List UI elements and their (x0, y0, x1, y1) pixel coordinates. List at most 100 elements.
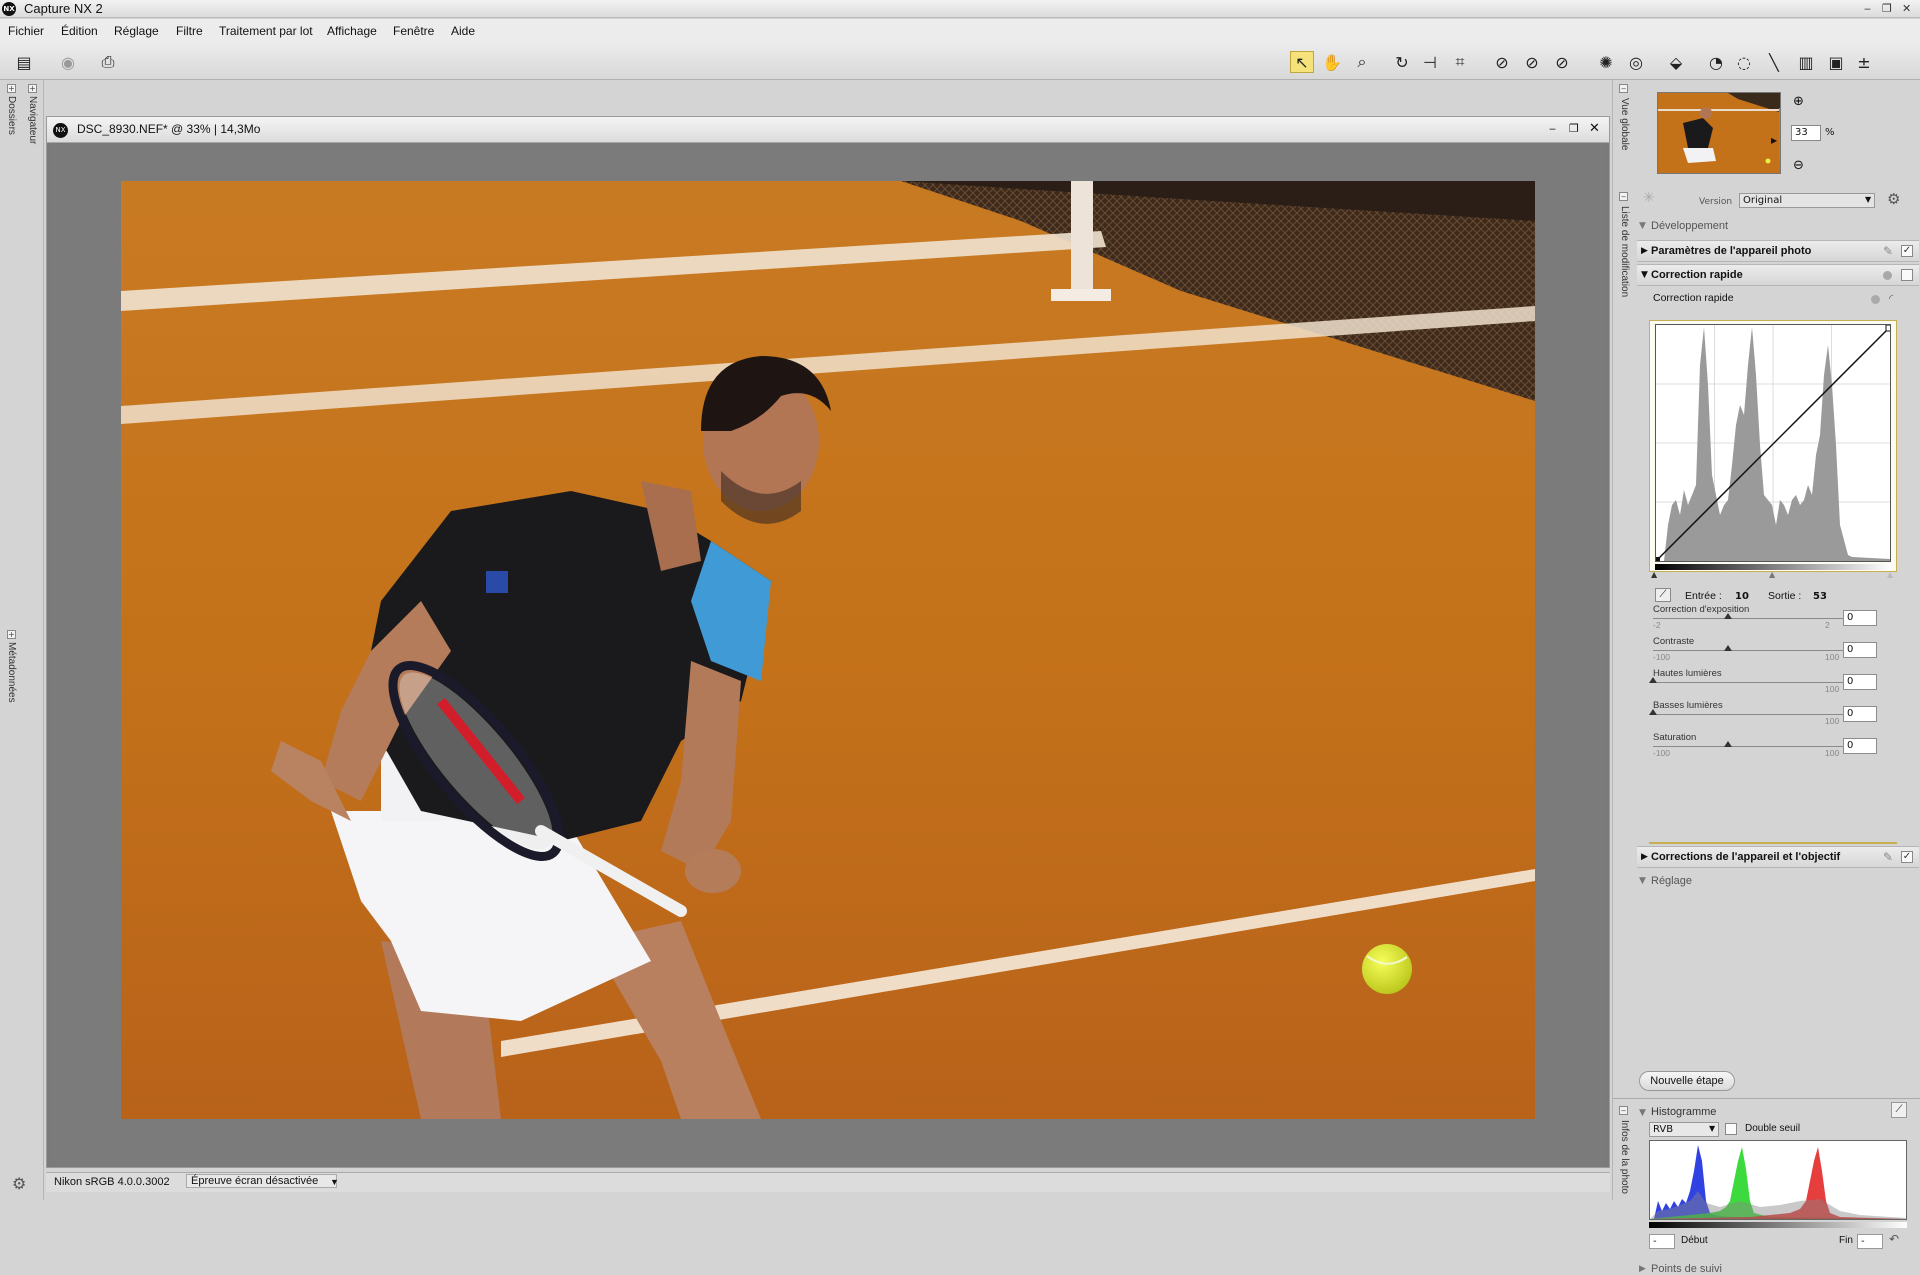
menu-traitement-par-lot[interactable]: Traitement par lot (219, 24, 313, 38)
slider-value-input[interactable]: 0 (1843, 706, 1877, 722)
rotate-tool-icon[interactable]: ↻ (1390, 51, 1414, 73)
start-input[interactable]: - (1649, 1234, 1675, 1249)
zoom-slider[interactable] (1779, 108, 1780, 162)
tab-liste-de-modification[interactable]: Liste de modification (1619, 206, 1630, 297)
restore-icon[interactable]: ❐ (1882, 2, 1892, 15)
slider-track[interactable] (1653, 682, 1843, 683)
adjust-collapse-icon[interactable]: ▼ (1639, 876, 1646, 886)
slider-value-input[interactable]: 0 (1843, 610, 1877, 626)
color-control-point-icon[interactable]: ◔ (1704, 51, 1728, 73)
slider-track[interactable] (1653, 650, 1843, 651)
quick-fix-checkbox[interactable] (1901, 269, 1913, 281)
slider-thumb[interactable] (1724, 741, 1732, 747)
tab-metadonnees[interactable]: Métadonnées (6, 642, 17, 703)
channel-dropdown-arrow-icon[interactable]: ▼ (1709, 1124, 1715, 1133)
doc-close-icon[interactable]: ✕ (1589, 121, 1600, 136)
expand-navigateur-icon[interactable]: + (28, 84, 37, 93)
menu-fenetre[interactable]: Fenêtre (393, 24, 434, 38)
slider-thumb[interactable] (1649, 677, 1657, 683)
overview-thumbnail[interactable] (1657, 92, 1781, 174)
histogram-picker-icon[interactable]: ⟋ (1891, 1102, 1907, 1118)
double-threshold-checkbox[interactable] (1725, 1123, 1737, 1135)
hand-tool-icon[interactable]: ✋ (1320, 51, 1344, 73)
marquee-tool-icon[interactable]: ± (1852, 51, 1876, 73)
gradient-tool-icon[interactable]: ▥ (1794, 51, 1818, 73)
expand-dossiers-icon[interactable]: + (7, 84, 16, 93)
zoom-input[interactable]: 33 (1791, 125, 1821, 141)
edit-options-gear-icon[interactable]: ⚙ (1887, 190, 1900, 208)
expand-icon[interactable]: ▶ (1641, 852, 1648, 862)
white-control-point-icon[interactable]: ⊘ (1550, 51, 1574, 73)
slider-thumb[interactable] (1724, 645, 1732, 651)
slider-value-input[interactable]: 0 (1843, 738, 1877, 754)
end-input[interactable]: - (1857, 1234, 1883, 1249)
lens-corrections-checkbox[interactable]: ✓ (1901, 851, 1913, 863)
menu-edition[interactable]: Édition (61, 24, 98, 38)
step-quick-fix[interactable]: ▼ Correction rapide (1637, 264, 1919, 286)
menu-aide[interactable]: Aide (451, 24, 475, 38)
curves-graph[interactable] (1654, 324, 1893, 563)
curve-picker-icon[interactable]: ⟋ (1655, 588, 1671, 602)
gear-icon[interactable]: ⚙ (12, 1174, 26, 1193)
zoom-tool-icon[interactable]: ⌕ (1350, 51, 1374, 73)
camera-icon[interactable]: ◉ (56, 51, 80, 73)
eye-icon[interactable]: ◎ (1624, 51, 1648, 73)
straighten-tool-icon[interactable]: ⊣ (1418, 51, 1442, 73)
version-dropdown[interactable]: Original (1739, 193, 1875, 208)
new-step-button[interactable]: Nouvelle étape (1639, 1071, 1735, 1091)
collapse-icon[interactable]: ▼ (1641, 270, 1648, 280)
expand-metadonnees-icon[interactable]: + (7, 630, 16, 639)
zoom-slider-handle-icon[interactable]: ▶ (1771, 136, 1777, 145)
auto-retouch-brush-icon[interactable]: ⬙ (1664, 51, 1688, 73)
tracking-expand-icon[interactable]: ▶ (1639, 1264, 1646, 1274)
crop-tool-icon[interactable]: ⌗ (1448, 51, 1472, 73)
zoom-in-icon[interactable]: ⊕ (1793, 94, 1804, 109)
histogram-collapse-icon[interactable]: ▼ (1639, 1108, 1646, 1118)
step-lens-corrections[interactable]: ▶ Corrections de l'appareil et l'objecti… (1637, 846, 1919, 868)
version-dropdown-arrow-icon[interactable]: ▼ (1865, 195, 1871, 204)
selection-brush-icon[interactable]: ╲ (1762, 51, 1786, 73)
direct-select-tool-icon[interactable]: ↖ (1290, 51, 1314, 73)
tab-navigateur[interactable]: Navigateur (27, 96, 38, 144)
slider-value-input[interactable]: 0 (1843, 674, 1877, 690)
print-icon[interactable]: ⎙ (96, 51, 120, 73)
slider-thumb[interactable] (1724, 613, 1732, 619)
black-control-point-icon[interactable]: ⊘ (1490, 51, 1514, 73)
slider-value-input[interactable]: 0 (1843, 642, 1877, 658)
slider-track[interactable] (1653, 746, 1843, 747)
dropdown-arrow-icon[interactable]: ▼ (330, 1177, 339, 1187)
reset-histogram-icon[interactable]: ↶ (1889, 1232, 1899, 1246)
soft-proof-dropdown[interactable]: Épreuve écran désactivée (186, 1174, 338, 1188)
black-point-handle-icon[interactable]: ▲ (1651, 570, 1657, 579)
camera-settings-checkbox[interactable]: ✓ (1901, 245, 1913, 257)
menu-fichier[interactable]: Fichier (8, 24, 44, 38)
workspace-layout-icon[interactable]: ▤ (12, 51, 36, 73)
menu-filtre[interactable]: Filtre (176, 24, 203, 38)
step-camera-settings[interactable]: ▶ Paramètres de l'appareil photo ✎ ✓ (1637, 240, 1919, 262)
image-canvas[interactable] (51, 144, 1605, 1166)
collapse-photo-info-icon[interactable]: ‒ (1619, 1106, 1628, 1115)
collapse-edit-list-icon[interactable]: ‒ (1619, 192, 1628, 201)
red-eye-tool-icon[interactable]: ✺ (1594, 51, 1618, 73)
zoom-out-icon[interactable]: ⊖ (1793, 158, 1804, 173)
tab-dossiers[interactable]: Dossiers (6, 96, 17, 135)
reset-icon[interactable]: ◜ (1889, 292, 1893, 305)
lasso-tool-icon[interactable]: ◌ (1732, 51, 1756, 73)
menu-reglage[interactable]: Réglage (114, 24, 159, 38)
doc-restore-icon[interactable]: ❐ (1569, 122, 1579, 135)
slider-track[interactable] (1653, 618, 1843, 619)
expand-icon[interactable]: ▶ (1641, 246, 1648, 256)
close-icon[interactable]: ✕ (1902, 2, 1911, 15)
slider-track[interactable] (1653, 714, 1843, 715)
menu-affichage[interactable]: Affichage (327, 24, 377, 38)
mid-point-handle-icon[interactable]: ▲ (1769, 570, 1775, 579)
neutral-control-point-icon[interactable]: ⊘ (1520, 51, 1544, 73)
white-point-handle-icon[interactable]: ▲ (1887, 570, 1893, 579)
development-collapse-icon[interactable]: ▼ (1639, 221, 1646, 231)
fill-tool-icon[interactable]: ▣ (1824, 51, 1848, 73)
minimize-icon[interactable]: ‒ (1864, 2, 1871, 15)
doc-minimize-icon[interactable]: ‒ (1549, 122, 1556, 135)
collapse-overview-icon[interactable]: ‒ (1619, 84, 1628, 93)
slider-thumb[interactable] (1649, 709, 1657, 715)
tab-vue-globale[interactable]: Vue globale (1619, 98, 1630, 150)
